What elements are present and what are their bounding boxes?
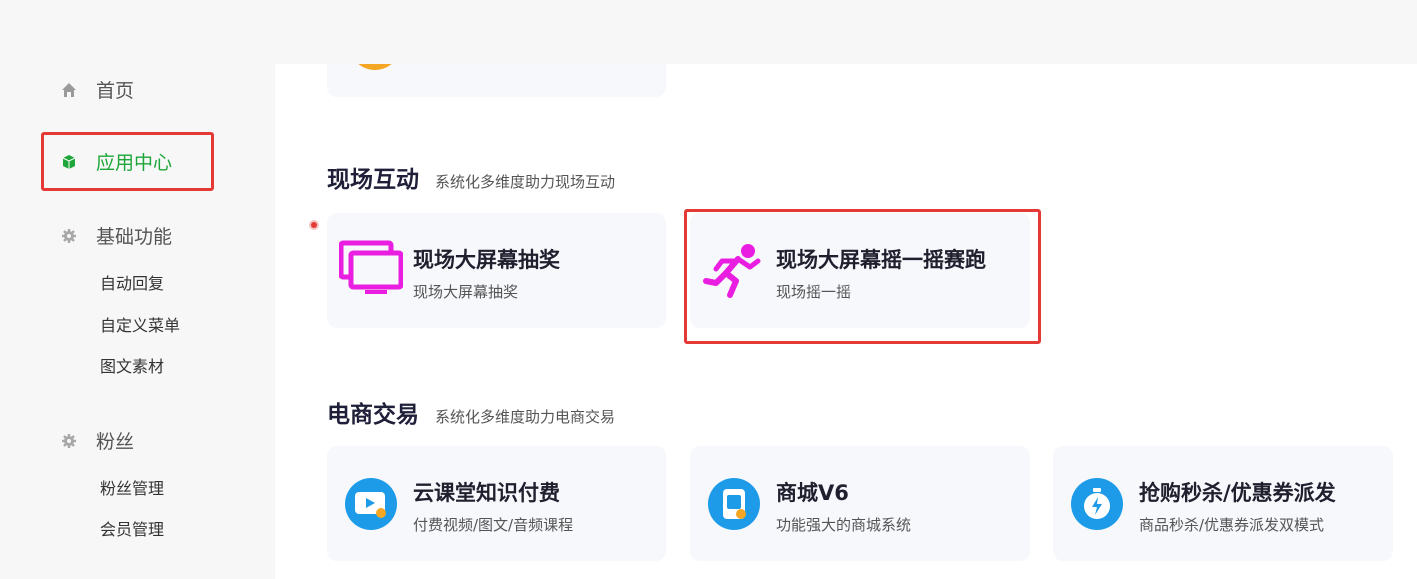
runner-icon [702,243,762,303]
app-card-subtitle: 功能强大的商城系统 [776,516,912,534]
app-card-shake-race[interactable]: 现场大屏幕摇一摇赛跑 现场摇一摇 [690,213,1030,328]
app-card-title: 抢购秒杀/优惠券派发 [1139,481,1336,505]
sidebar-subitem-media[interactable]: 图文素材 [100,353,164,377]
section-subtitle: 系统化多维度助力现场互动 [435,173,616,191]
app-card-cloud-class[interactable]: 云课堂知识付费 付费视频/图文/音频课程 [327,446,666,561]
app-card-subtitle: 付费视频/图文/音频课程 [413,516,574,534]
app-card-shop[interactable]: 商城V6 功能强大的商城系统 [690,446,1030,561]
section-subtitle: 系统化多维度助力电商交易 [435,408,616,426]
section-ecommerce: 电商交易 系统化多维度助力电商交易 [327,395,615,429]
app-card-lottery[interactable]: 现场大屏幕抽奖 现场大屏幕抽奖 [327,213,666,328]
home-icon [60,81,78,99]
sidebar-item-label: 应用中心 [96,152,173,174]
section-title: 现场互动 [327,167,419,193]
gear-icon [60,227,78,245]
sidebar-item-fans[interactable]: 粉丝 [60,427,134,454]
sidebar-subitem-auto-reply[interactable]: 自动回复 [100,270,164,294]
sidebar-subitem-fans-manage[interactable]: 粉丝管理 [100,475,164,499]
app-icon [349,64,401,70]
sidebar-item-app-center[interactable]: 应用中心 [60,148,172,175]
notification-dot [309,220,319,230]
video-course-icon [345,478,397,530]
gear-icon [60,432,78,450]
app-card-partial[interactable] [327,64,666,97]
app-card-title: 现场大屏幕摇一摇赛跑 [776,248,986,272]
top-bar [0,0,1417,64]
app-card-subtitle: 现场大屏幕抽奖 [413,283,519,301]
sidebar-item-label: 基础功能 [96,226,173,248]
sidebar-subitem-member-manage[interactable]: 会员管理 [100,516,164,540]
app-card-flash-sale[interactable]: 抢购秒杀/优惠券派发 商品秒杀/优惠券派发双模式 [1053,446,1393,561]
app-card-subtitle: 现场摇一摇 [776,283,852,301]
stopwatch-icon [1071,478,1123,530]
sidebar-item-home[interactable]: 首页 [60,76,134,103]
screen-icon [338,239,404,299]
shop-icon [708,478,760,530]
section-live: 现场互动 系统化多维度助力现场互动 [327,160,615,194]
app-card-title: 现场大屏幕抽奖 [413,248,560,272]
app-card-subtitle: 商品秒杀/优惠券派发双模式 [1139,516,1325,534]
app-card-title: 云课堂知识付费 [413,481,560,505]
sidebar-item-label: 首页 [96,80,135,102]
sidebar-item-label: 粉丝 [96,431,135,453]
app-card-title: 商城V6 [776,481,849,505]
main-content: 现场互动 系统化多维度助力现场互动 现场大屏幕抽奖 现场大屏幕抽奖 现场大屏幕摇… [275,64,1417,579]
cube-icon [60,153,78,171]
sidebar-item-basic[interactable]: 基础功能 [60,222,172,249]
section-title: 电商交易 [327,402,419,428]
sidebar-subitem-custom-menu[interactable]: 自定义菜单 [100,312,180,336]
